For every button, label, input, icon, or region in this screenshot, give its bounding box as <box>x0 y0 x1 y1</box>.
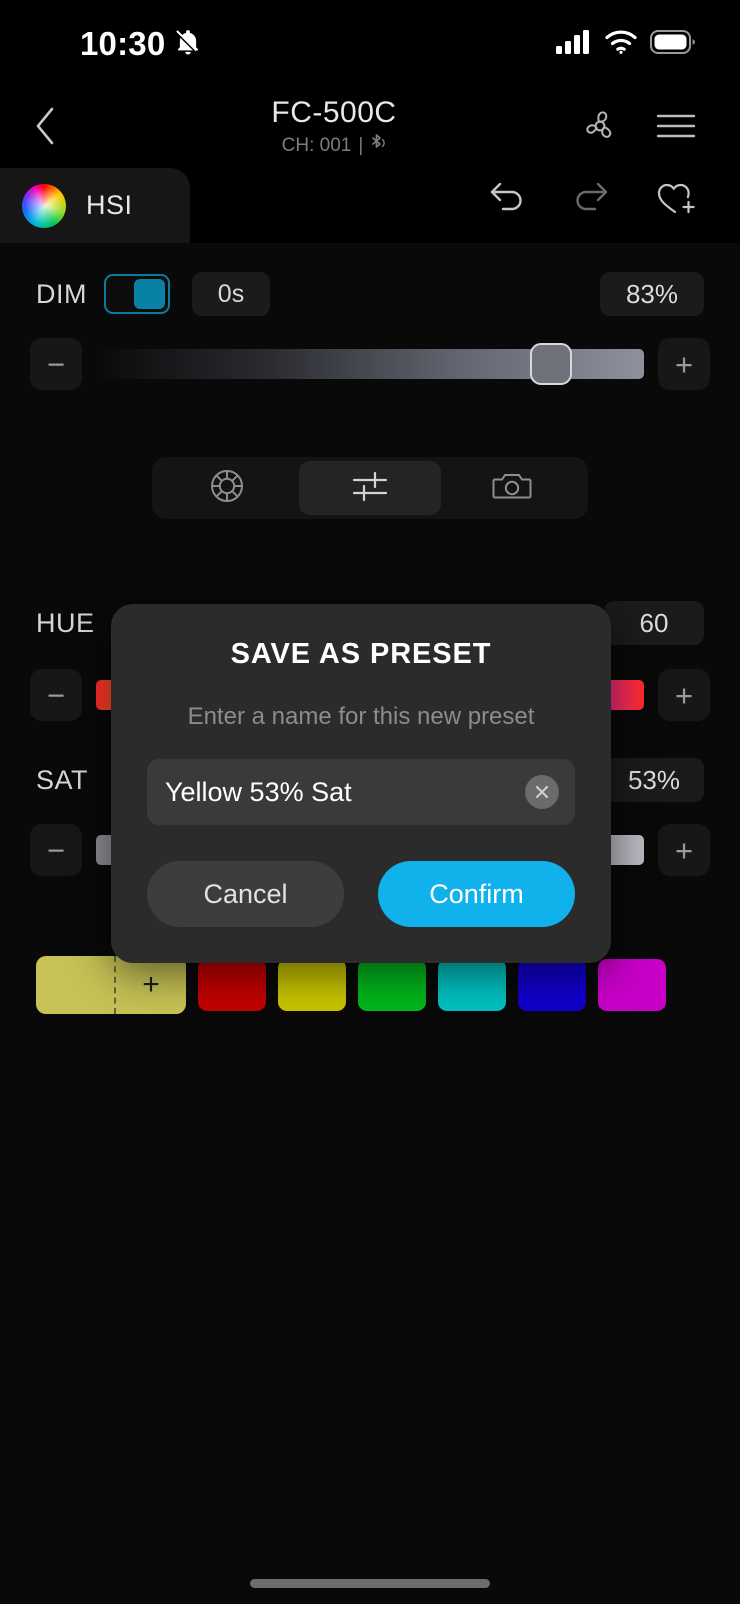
preset-strip: + <box>0 955 740 1015</box>
tab-bar: HSI <box>0 168 740 243</box>
fan-icon[interactable] <box>578 104 622 153</box>
hue-label: HUE <box>36 607 95 638</box>
header-title-block: FC-500C CH: 001 | <box>90 96 578 160</box>
redo-arrow-icon[interactable] <box>570 179 612 222</box>
status-bar: 10:30 <box>0 0 740 88</box>
minus-icon: − <box>46 832 66 868</box>
heart-plus-icon[interactable] <box>654 178 698 223</box>
tab-hsi-label: HSI <box>86 190 133 220</box>
save-preset-dialog: SAVE AS PRESET Enter a name for this new… <box>111 604 611 963</box>
preset-swatch[interactable] <box>598 959 666 1011</box>
color-wheel-mode-button[interactable] <box>156 461 299 515</box>
dialog-subtitle: Enter a name for this new preset <box>187 703 535 730</box>
plus-icon: + <box>674 346 694 382</box>
battery-icon <box>650 29 696 60</box>
minus-icon: − <box>46 677 66 713</box>
sat-label: SAT <box>36 764 89 795</box>
preset-swatch[interactable] <box>518 959 586 1011</box>
dialog-buttons: Cancel Confirm <box>147 861 575 927</box>
dim-slider-track[interactable] <box>96 343 644 385</box>
cellular-signal-icon <box>556 29 592 60</box>
add-preset-plus-area: + <box>114 956 186 1014</box>
subtitle-separator: | <box>358 135 364 156</box>
sliders-icon <box>350 468 390 509</box>
preset-swatch[interactable] <box>198 959 266 1011</box>
dim-slider-row: − + <box>0 335 740 393</box>
plus-icon: + <box>142 968 160 1001</box>
hue-minus-button[interactable]: − <box>30 669 82 721</box>
dim-label: DIM <box>36 278 87 309</box>
preset-swatch[interactable] <box>278 959 346 1011</box>
dim-slider-knob[interactable] <box>529 343 572 385</box>
minus-icon: − <box>46 346 66 382</box>
sliders-mode-button[interactable] <box>298 461 442 515</box>
sat-value-chip[interactable]: 53% <box>604 758 704 802</box>
preset-swatch[interactable] <box>438 959 506 1011</box>
clear-input-button[interactable] <box>525 775 559 809</box>
bluetooth-icon <box>370 132 386 160</box>
status-time: 10:30 <box>80 25 166 62</box>
confirm-button[interactable]: Confirm <box>378 861 575 927</box>
bell-slash-icon <box>173 27 203 62</box>
home-indicator <box>250 1579 490 1588</box>
hamburger-menu-icon[interactable] <box>654 109 698 148</box>
wifi-icon <box>604 29 638 60</box>
color-wheel-outline-icon <box>207 466 247 511</box>
color-wheel-icon <box>22 183 66 228</box>
preset-name-field[interactable] <box>147 759 575 825</box>
dim-toggle[interactable] <box>104 274 170 314</box>
dialog-title: SAVE AS PRESET <box>230 638 492 670</box>
dim-row: DIM 0s 83% <box>0 265 740 323</box>
app-screen: 10:30 FC-500C CH: 001 | HSI DIM 0s 83% −… <box>0 0 740 1604</box>
tab-hsi[interactable]: HSI <box>0 168 190 243</box>
plus-icon: + <box>674 832 694 868</box>
dim-minus-button[interactable]: − <box>30 338 82 390</box>
dim-value-chip[interactable]: 83% <box>600 272 704 316</box>
fade-time-chip[interactable]: 0s <box>192 272 270 316</box>
device-name: FC-500C <box>271 96 397 129</box>
plus-icon: + <box>674 677 694 713</box>
preset-name-input[interactable] <box>165 776 525 808</box>
chevron-left-icon <box>32 104 58 153</box>
sat-plus-button[interactable]: + <box>658 824 710 876</box>
device-subtitle: CH: 001 | <box>282 132 387 160</box>
mode-segment-control <box>152 457 588 519</box>
back-button[interactable] <box>0 88 90 168</box>
camera-mode-button[interactable] <box>441 461 584 515</box>
hue-plus-button[interactable]: + <box>658 669 710 721</box>
dim-toggle-knob <box>134 279 165 309</box>
camera-icon <box>492 468 534 509</box>
channel-label: CH: 001 <box>281 135 352 156</box>
status-bar-left: 10:30 <box>80 25 203 63</box>
undo-arrow-icon[interactable] <box>486 179 528 222</box>
hue-value-chip[interactable]: 60 <box>604 601 704 645</box>
status-bar-right <box>556 29 696 60</box>
header-actions <box>578 104 740 153</box>
add-preset-swatch[interactable]: + <box>36 956 186 1014</box>
tab-actions <box>190 178 740 243</box>
dim-plus-button[interactable]: + <box>658 338 710 390</box>
cancel-button[interactable]: Cancel <box>147 861 344 927</box>
preset-swatch[interactable] <box>358 959 426 1011</box>
app-header: FC-500C CH: 001 | <box>0 88 740 168</box>
sat-minus-button[interactable]: − <box>30 824 82 876</box>
